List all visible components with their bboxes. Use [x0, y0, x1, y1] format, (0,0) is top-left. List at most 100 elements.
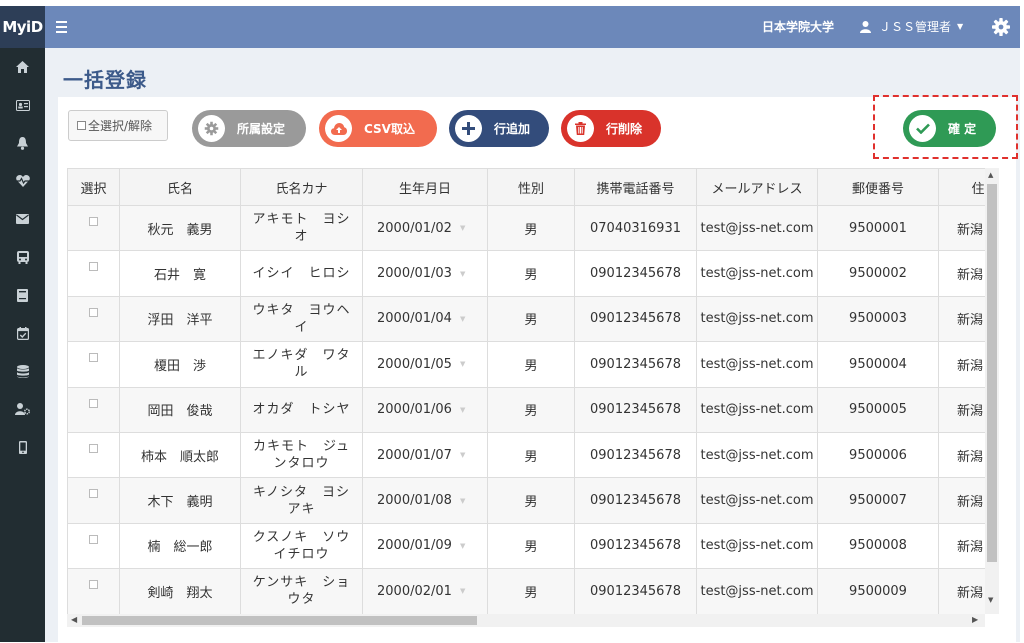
row-checkbox[interactable] — [89, 580, 98, 590]
calendar-check-icon[interactable] — [0, 314, 45, 352]
table-row[interactable]: 楠 総一郎 クスノキ ソウイチロウ 2000/01/09 ▼ 男 09012345678 t… — [67, 522, 985, 570]
row-checkbox[interactable] — [89, 398, 98, 408]
kana-cell[interactable]: キノシタ ヨシアキ — [240, 477, 363, 524]
affiliation-settings-button[interactable]: 所属設定 — [192, 110, 306, 147]
email-cell[interactable]: test@jss-net.com — [696, 295, 818, 343]
chevron-down-icon[interactable]: ▼ — [460, 315, 465, 323]
birthdate-cell[interactable]: 2000/01/03 ▼ — [362, 250, 488, 297]
delete-row-button[interactable]: 行削除 — [561, 110, 661, 147]
address-cell[interactable]: 新潟 — [938, 568, 985, 614]
zip-cell[interactable]: 9500005 — [817, 386, 939, 433]
table-row[interactable]: 岡田 俊哉 オカダ トシヤ 2000/01/06 ▼ 男 09012345678 test@… — [67, 386, 985, 433]
birthdate-cell[interactable]: 2000/01/07 ▼ — [362, 431, 488, 479]
gender-cell[interactable]: 男 — [487, 431, 575, 479]
row-checkbox[interactable] — [89, 534, 98, 544]
csv-import-button[interactable]: CSV取込 — [319, 110, 437, 147]
scroll-left-icon[interactable]: ◀ — [71, 615, 77, 624]
horizontal-scrollbar[interactable]: ◀ ▶ — [67, 614, 985, 627]
phone-cell[interactable]: 09012345678 — [574, 386, 697, 433]
chevron-down-icon[interactable]: ▼ — [460, 360, 465, 368]
kana-cell[interactable]: カキモト ジュンタロウ — [240, 431, 363, 479]
email-cell[interactable]: test@jss-net.com — [696, 250, 818, 297]
scroll-down-icon[interactable]: ▼ — [988, 596, 993, 604]
email-cell[interactable]: test@jss-net.com — [696, 386, 818, 433]
kana-cell[interactable]: イシイ ヒロシ — [240, 250, 363, 297]
zip-cell[interactable]: 9500006 — [817, 431, 939, 479]
phone-cell[interactable]: 09012345678 — [574, 522, 697, 570]
name-cell[interactable]: 柿本 順太郎 — [119, 431, 241, 479]
id-card-icon[interactable] — [0, 86, 45, 124]
home-icon[interactable] — [0, 48, 45, 86]
heartbeat-icon[interactable] — [0, 162, 45, 200]
envelope-icon[interactable] — [0, 200, 45, 238]
gender-cell[interactable]: 男 — [487, 568, 575, 614]
birthdate-cell[interactable]: 2000/01/04 ▼ — [362, 295, 488, 343]
gender-cell[interactable]: 男 — [487, 250, 575, 297]
gender-cell[interactable]: 男 — [487, 295, 575, 343]
name-cell[interactable]: 榎田 渉 — [119, 341, 241, 388]
kana-cell[interactable]: エノキダ ワタル — [240, 341, 363, 388]
name-cell[interactable]: 楠 総一郎 — [119, 522, 241, 570]
phone-cell[interactable]: 09012345678 — [574, 250, 697, 297]
chevron-down-icon[interactable]: ▼ — [460, 497, 465, 505]
kana-cell[interactable]: クスノキ ソウイチロウ — [240, 522, 363, 570]
gender-cell[interactable]: 男 — [487, 477, 575, 524]
birthdate-cell[interactable]: 2000/01/05 ▼ — [362, 341, 488, 388]
scrollbar-thumb[interactable] — [82, 616, 477, 625]
row-checkbox[interactable] — [89, 262, 98, 272]
select-all-button[interactable]: 全選択/解除 — [68, 110, 168, 141]
chevron-down-icon[interactable]: ▼ — [460, 542, 465, 550]
phone-cell[interactable]: 09012345678 — [574, 341, 697, 388]
address-cell[interactable]: 新潟 — [938, 477, 985, 524]
gender-cell[interactable]: 男 — [487, 341, 575, 388]
row-checkbox[interactable] — [89, 489, 98, 499]
zip-cell[interactable]: 9500008 — [817, 522, 939, 570]
table-row[interactable]: 石井 寛イシイ ヒロシ 2000/01/03 ▼ 男 09012345678 test@j… — [67, 250, 985, 297]
user-settings-icon[interactable] — [0, 390, 45, 428]
hamburger-menu-icon[interactable] — [56, 18, 72, 36]
birthdate-cell[interactable]: 2000/01/08 ▼ — [362, 477, 488, 524]
table-row[interactable]: 秋元 義男 アキモト ヨシオ 2000/01/02 ▼ 男 07040316931 test… — [67, 204, 985, 252]
email-cell[interactable]: test@jss-net.com — [696, 431, 818, 479]
name-cell[interactable]: 木下 義明 — [119, 477, 241, 524]
user-menu[interactable]: ＪＳＳ管理者 ▼ — [860, 6, 963, 48]
row-checkbox[interactable] — [89, 353, 98, 363]
name-cell[interactable]: 浮田 洋平 — [119, 295, 241, 343]
gender-cell[interactable]: 男 — [487, 386, 575, 433]
chevron-down-icon[interactable]: ▼ — [460, 224, 465, 232]
zip-cell[interactable]: 9500009 — [817, 568, 939, 614]
address-cell[interactable]: 新潟 — [938, 522, 985, 570]
zip-cell[interactable]: 9500003 — [817, 295, 939, 343]
kana-cell[interactable]: ケンサキ ショウタ — [240, 568, 363, 614]
zip-cell[interactable]: 9500002 — [817, 250, 939, 297]
book-icon[interactable] — [0, 276, 45, 314]
chevron-down-icon[interactable]: ▼ — [460, 406, 465, 414]
chevron-down-icon[interactable]: ▼ — [460, 270, 465, 278]
vertical-scrollbar[interactable]: ▲ ▼ — [985, 168, 999, 614]
email-cell[interactable]: test@jss-net.com — [696, 522, 818, 570]
zip-cell[interactable]: 9500004 — [817, 341, 939, 388]
scrollbar-thumb[interactable] — [987, 184, 997, 562]
table-row[interactable]: 榎田 渉エノキダ ワタル 2000/01/05 ▼ 男 09012345678 test@… — [67, 341, 985, 388]
name-cell[interactable]: 秋元 義男 — [119, 204, 241, 252]
row-checkbox[interactable] — [89, 443, 98, 453]
confirm-button[interactable]: 確 定 — [903, 110, 996, 147]
email-cell[interactable]: test@jss-net.com — [696, 204, 818, 252]
table-row[interactable]: 木下 義明 キノシタ ヨシアキ 2000/01/08 ▼ 男 09012345678 tes… — [67, 477, 985, 524]
table-row[interactable]: 柿本 順太郎 カキモト ジュンタロウ 2000/01/07 ▼ 男 09012345678… — [67, 431, 985, 479]
address-cell[interactable]: 新潟 — [938, 341, 985, 388]
name-cell[interactable]: 剣崎 翔太 — [119, 568, 241, 614]
table-row[interactable]: 浮田 洋平 ウキタ ヨウヘイ 2000/01/04 ▼ 男 09012345678 test… — [67, 295, 985, 343]
birthdate-cell[interactable]: 2000/02/01 ▼ — [362, 568, 488, 614]
gender-cell[interactable]: 男 — [487, 522, 575, 570]
email-cell[interactable]: test@jss-net.com — [696, 477, 818, 524]
name-cell[interactable]: 石井 寛 — [119, 250, 241, 297]
phone-cell[interactable]: 09012345678 — [574, 431, 697, 479]
phone-cell[interactable]: 09012345678 — [574, 295, 697, 343]
kana-cell[interactable]: オカダ トシヤ — [240, 386, 363, 433]
gear-icon[interactable] — [991, 17, 1011, 37]
address-cell[interactable]: 新潟 — [938, 431, 985, 479]
birthdate-cell[interactable]: 2000/01/02 ▼ — [362, 204, 488, 252]
chevron-down-icon[interactable]: ▼ — [460, 451, 465, 459]
scroll-right-icon[interactable]: ▶ — [972, 615, 978, 624]
